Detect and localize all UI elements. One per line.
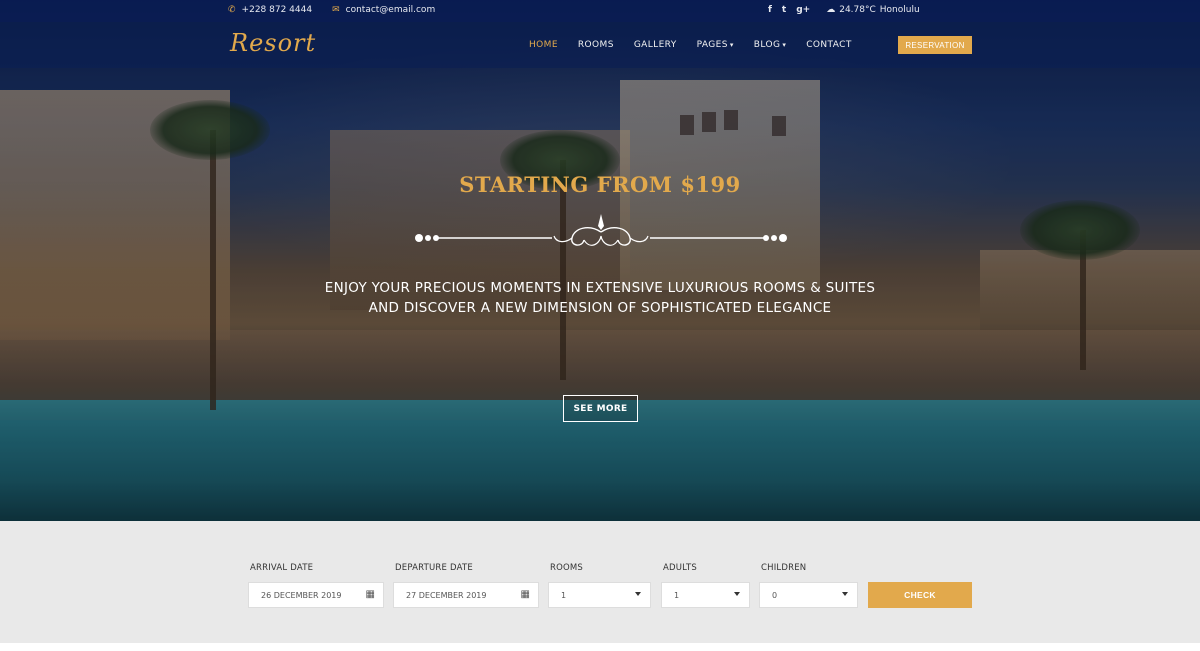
contact-info: ✆ +228 872 4444 ✉ contact@email.com — [228, 5, 435, 15]
hero-subtitle-line-1: ENJOY YOUR PRECIOUS MOMENTS IN EXTENSIVE… — [324, 280, 876, 296]
calendar-icon: ▦ — [365, 589, 375, 600]
email-item[interactable]: ✉ contact@email.com — [332, 5, 435, 15]
chevron-down-icon — [734, 592, 740, 596]
phone-icon: ✆ — [228, 5, 236, 15]
nav-blog[interactable]: BLOG ▾ — [754, 40, 786, 50]
see-more-button[interactable]: SEE MORE — [563, 395, 638, 422]
envelope-icon: ✉ — [332, 5, 340, 15]
children-value: 0 — [772, 590, 778, 600]
ornament-divider-icon — [415, 214, 787, 246]
rooms-select[interactable]: 1 — [548, 582, 651, 608]
phone-number: +228 872 4444 — [241, 5, 313, 15]
arrival-date-value: 26 DECEMBER 2019 — [261, 590, 342, 600]
facebook-icon[interactable]: f — [768, 5, 772, 15]
chevron-down-icon: ▾ — [729, 41, 734, 49]
arrival-date-label: ARRIVAL DATE — [250, 563, 314, 573]
adults-select[interactable]: 1 — [661, 582, 750, 608]
weather-temperature: 24.78°C — [839, 5, 876, 15]
social-weather: f t g+ ☁ 24.78°C Honolulu — [768, 5, 920, 15]
arrival-date-input[interactable]: 26 DECEMBER 2019 ▦ — [248, 582, 384, 608]
weather-widget: ☁ 24.78°C Honolulu — [826, 5, 919, 15]
hero-subtitle: ENJOY YOUR PRECIOUS MOMENTS IN EXTENSIVE… — [0, 278, 1200, 318]
chevron-down-icon: ▾ — [782, 41, 787, 49]
chevron-down-icon — [842, 592, 848, 596]
reservation-button[interactable]: RESERVATION — [898, 36, 972, 54]
main-navbar: Resort HOME ROOMS GALLERY PAGES ▾ BLOG ▾ C… — [0, 22, 1200, 68]
check-availability-button[interactable]: CHECK — [868, 582, 972, 608]
site-logo[interactable]: Resort — [230, 29, 316, 57]
page-bottom-edge — [0, 643, 1200, 651]
nav-gallery[interactable]: GALLERY — [634, 40, 677, 50]
adults-label: ADULTS — [663, 563, 697, 573]
phone-item[interactable]: ✆ +228 872 4444 — [228, 5, 312, 15]
top-info-bar: ✆ +228 872 4444 ✉ contact@email.com f t … — [0, 0, 1200, 22]
twitter-icon[interactable]: t — [782, 5, 786, 15]
hero-title: STARTING FROM $199 — [459, 172, 741, 197]
google-plus-icon[interactable]: g+ — [796, 5, 810, 15]
departure-date-label: DEPARTURE DATE — [395, 563, 473, 573]
weather-city: Honolulu — [879, 5, 920, 15]
cloud-icon: ☁ — [826, 5, 836, 15]
nav-contact[interactable]: CONTACT — [806, 40, 851, 50]
children-select[interactable]: 0 — [759, 582, 858, 608]
nav-pages[interactable]: PAGES ▾ — [697, 40, 734, 50]
nav-home[interactable]: HOME — [529, 40, 558, 50]
nav-rooms[interactable]: ROOMS — [578, 40, 614, 50]
booking-form: ARRIVAL DATE 26 DECEMBER 2019 ▦ DEPARTUR… — [0, 521, 1200, 651]
nav-blog-label: BLOG — [753, 40, 781, 50]
email-address: contact@email.com — [345, 5, 436, 15]
nav-pages-label: PAGES — [696, 40, 728, 50]
adults-value: 1 — [674, 590, 680, 600]
departure-date-input[interactable]: 27 DECEMBER 2019 ▦ — [393, 582, 539, 608]
rooms-value: 1 — [561, 590, 567, 600]
hero-overlay — [0, 0, 1200, 521]
departure-date-value: 27 DECEMBER 2019 — [406, 590, 487, 600]
chevron-down-icon — [635, 592, 641, 596]
hero-subtitle-line-2: AND DISCOVER A NEW DIMENSION OF SOPHISTI… — [368, 300, 832, 316]
calendar-icon: ▦ — [520, 589, 530, 600]
rooms-label: ROOMS — [550, 563, 584, 573]
hero-background — [0, 0, 1200, 521]
main-menu: HOME ROOMS GALLERY PAGES ▾ BLOG ▾ CONTACT — [529, 40, 852, 50]
children-label: CHILDREN — [761, 563, 807, 573]
